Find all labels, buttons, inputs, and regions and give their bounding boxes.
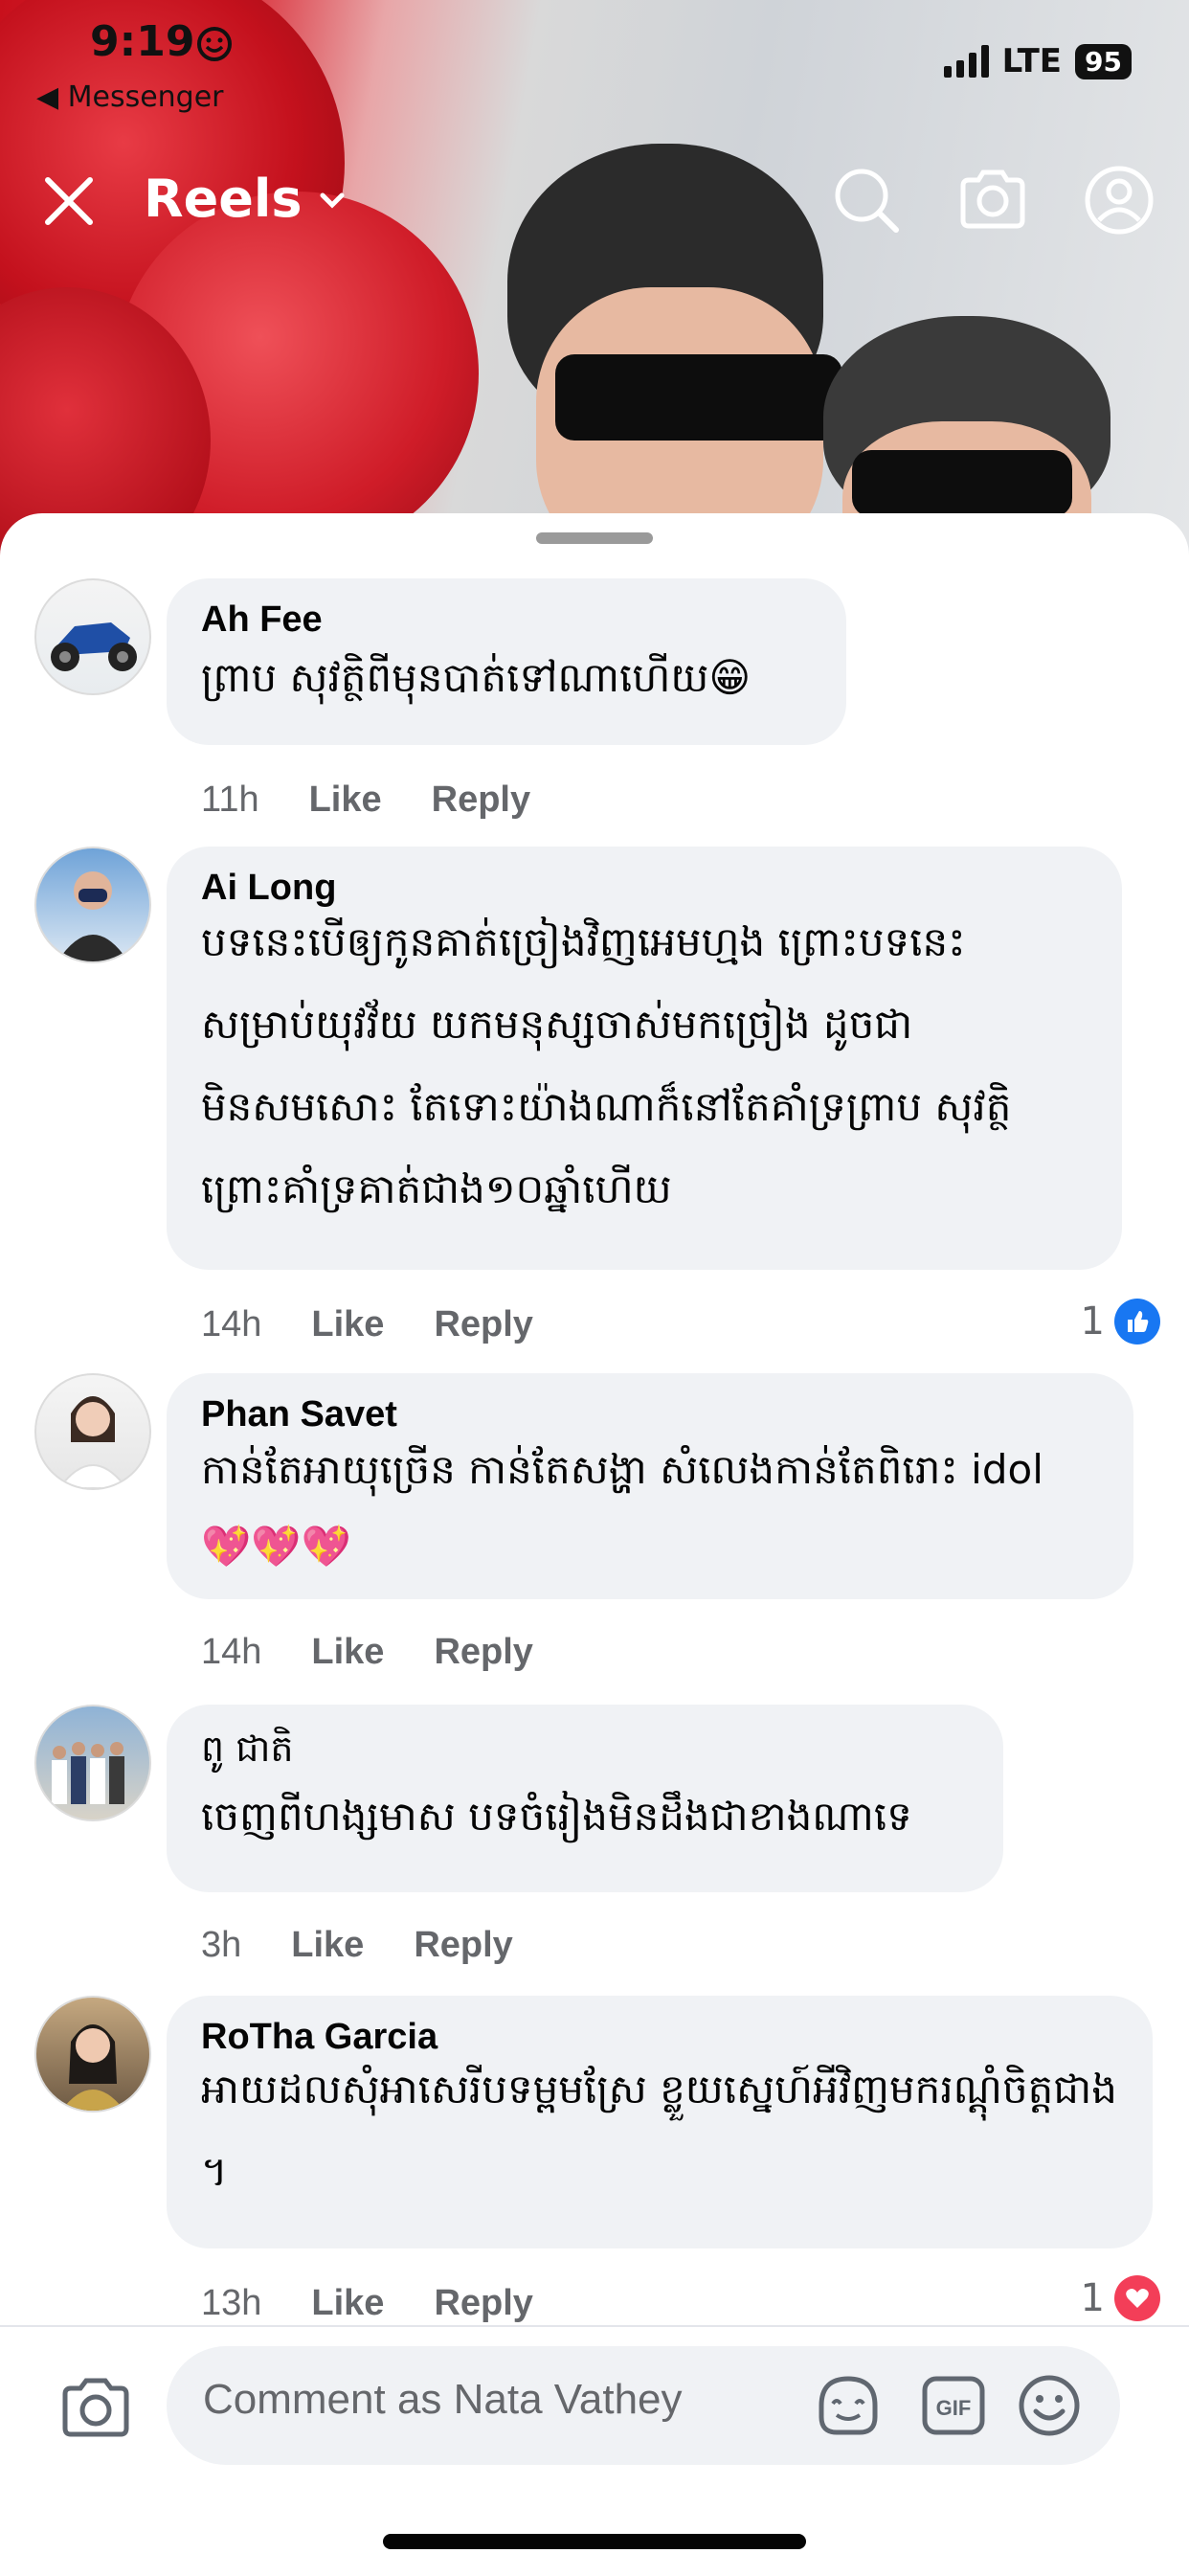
person-sunglasses xyxy=(555,354,842,441)
avatar[interactable] xyxy=(34,578,151,695)
comment-actions: 11h Like Reply xyxy=(201,780,530,821)
reaction-summary[interactable]: 1 xyxy=(1081,1299,1160,1344)
avatar-sticker-icon[interactable] xyxy=(812,2369,885,2442)
avatar[interactable] xyxy=(34,1705,151,1821)
status-indicators: LTE 95 xyxy=(943,42,1132,80)
comment-input[interactable] xyxy=(201,2375,760,2425)
like-button[interactable]: Like xyxy=(309,780,382,821)
profile-icon[interactable] xyxy=(1082,163,1156,237)
like-button[interactable]: Like xyxy=(311,2283,384,2324)
network-label: LTE xyxy=(1001,42,1063,80)
reels-title[interactable]: Reels xyxy=(144,169,302,229)
chevron-down-icon[interactable] xyxy=(316,184,348,216)
comment-text: កាន់តែអាយុច្រើន កាន់តែសង្ហា សំលេងកាន់តែព… xyxy=(201,1446,1043,1570)
comment-box[interactable]: GIF xyxy=(167,2346,1120,2465)
reels-header: Reels xyxy=(0,163,1189,259)
avatar[interactable] xyxy=(34,1996,151,2113)
camera-icon[interactable] xyxy=(57,2369,134,2446)
battery-icon: 95 xyxy=(1075,43,1132,79)
group-photo xyxy=(52,1742,124,1804)
comment-timestamp: 3h xyxy=(201,1925,242,1965)
comment-timestamp: 14h xyxy=(201,1632,262,1672)
person-sunglasses xyxy=(852,450,1072,517)
reaction-summary[interactable]: 1 xyxy=(1081,2275,1160,2321)
like-reaction-icon xyxy=(1114,1299,1160,1344)
comment-text: ព្រាប សុវត្ថិពីមុនបាត់ទៅណាហើយ😁 xyxy=(201,654,752,701)
comments-sheet: Ah Fee ព្រាប សុវត្ថិពីមុនបាត់ទៅណាហើយ😁 11… xyxy=(0,513,1189,2574)
like-button[interactable]: Like xyxy=(311,1632,384,1673)
comment-bubble[interactable]: Ai Long បទនេះបើឲ្យកូនគាត់ច្រៀងវិញអេមហ្មង… xyxy=(167,847,1122,1270)
like-button[interactable]: Like xyxy=(291,1925,364,1966)
reply-button[interactable]: Reply xyxy=(434,1632,532,1673)
reply-button[interactable]: Reply xyxy=(414,1925,512,1966)
comment-bubble[interactable]: Ah Fee ព្រាប សុវត្ថិពីមុនបាត់ទៅណាហើយ😁 xyxy=(167,578,846,745)
comment-text: ចេញពីហង្សមាស បទចំរៀងមិនដឹងជាខាងណាទេ xyxy=(201,1793,912,1840)
search-icon[interactable] xyxy=(829,163,904,237)
profile-photo xyxy=(57,1396,128,1488)
like-button[interactable]: Like xyxy=(311,1304,384,1345)
reply-button[interactable]: Reply xyxy=(434,1304,532,1345)
camera-icon[interactable] xyxy=(955,163,1030,237)
comment-composer: GIF xyxy=(0,2325,1189,2576)
comment-text: បទនេះបើឲ្យកូនគាត់ច្រៀងវិញអេមហ្មង ព្រោះបទ… xyxy=(201,918,1012,1212)
comment-author[interactable]: Ah Fee xyxy=(201,599,812,641)
reaction-count: 1 xyxy=(1080,2276,1105,2320)
comment-actions: 3h Like Reply xyxy=(201,1925,513,1966)
comment-timestamp: 13h xyxy=(201,2283,262,2323)
comment-timestamp: 14h xyxy=(201,1304,262,1344)
reaction-count: 1 xyxy=(1080,1299,1105,1344)
comment-author[interactable]: ពូ ជាតិ xyxy=(201,1726,969,1779)
avatar[interactable] xyxy=(34,1373,151,1490)
comment-actions: 14h Like Reply xyxy=(201,1304,533,1345)
profile-photo xyxy=(57,871,128,961)
comment-text: អាយដលសុំអាសេរីបទម្ពមស្រែ ខ្លួយស្នេហ៍អីវិ… xyxy=(201,2066,1117,2195)
love-reaction-icon xyxy=(1114,2275,1160,2321)
reply-button[interactable]: Reply xyxy=(432,780,530,821)
comment-author[interactable]: Phan Savet xyxy=(201,1394,1099,1435)
comment-bubble[interactable]: ពូ ជាតិ ចេញពីហង្សមាស បទចំរៀងមិនដឹងជាខាងណ… xyxy=(167,1705,1003,1892)
reply-button[interactable]: Reply xyxy=(434,2283,532,2324)
comment-timestamp: 11h xyxy=(201,780,259,820)
home-indicator[interactable] xyxy=(383,2534,806,2549)
smiley-status-icon xyxy=(197,27,232,61)
motorcycle-image xyxy=(51,622,137,671)
comment-bubble[interactable]: RoTha Garcia អាយដលសុំអាសេរីបទម្ពមស្រែ ខ្… xyxy=(167,1996,1153,2248)
gif-label: GIF xyxy=(936,2396,972,2420)
emoji-icon[interactable] xyxy=(1013,2369,1086,2442)
comment-actions: 13h Like Reply xyxy=(201,2283,533,2324)
avatar[interactable] xyxy=(34,847,151,963)
signal-icon xyxy=(943,45,989,78)
status-time: 9:19 xyxy=(90,17,195,66)
gif-icon[interactable]: GIF xyxy=(917,2369,990,2442)
back-to-messenger-link[interactable]: ◀ Messenger xyxy=(36,80,224,114)
close-icon[interactable] xyxy=(40,172,98,230)
comment-bubble[interactable]: Phan Savet កាន់តែអាយុច្រើន កាន់តែសង្ហា ស… xyxy=(167,1373,1133,1599)
profile-photo xyxy=(61,2024,124,2111)
comment-actions: 14h Like Reply xyxy=(201,1632,533,1673)
sheet-drag-handle[interactable] xyxy=(536,532,653,544)
